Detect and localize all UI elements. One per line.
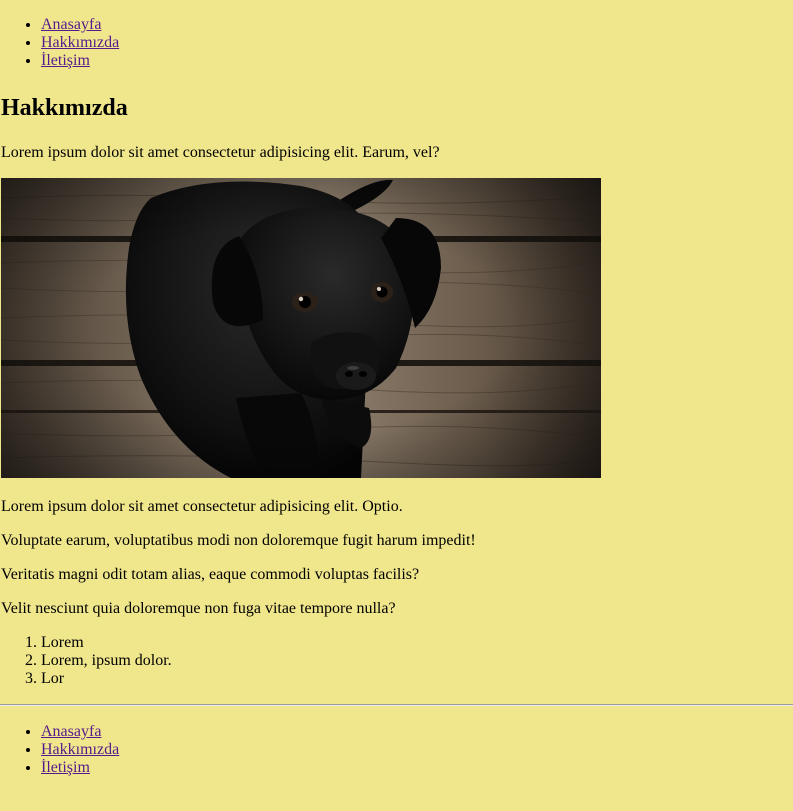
header-nav-link-contact[interactable]: İletişim — [41, 52, 90, 69]
content-paragraph: Voluptate earum, voluptatibus modi non d… — [1, 532, 476, 549]
header-nav-item-about: Hakkımızda — [41, 34, 792, 52]
list-item: Lor — [41, 670, 792, 688]
content-paragraph: Lorem ipsum dolor sit amet consectetur a… — [1, 498, 403, 515]
footer-nav-item-home: Anasayfa — [41, 723, 792, 741]
ordered-list: Lorem Lorem, ipsum dolor. Lor — [1, 634, 792, 688]
list-item: Lorem, ipsum dolor. — [41, 652, 792, 670]
footer-nav-item-contact: İletişim — [41, 759, 792, 777]
page-title: Hakkımızda — [1, 95, 128, 121]
header-nav-link-home[interactable]: Anasayfa — [41, 16, 101, 33]
footer-divider — [0, 704, 793, 706]
footer-nav-item-about: Hakkımızda — [41, 741, 792, 759]
content-paragraph: Veritatis magni odit totam alias, eaque … — [1, 566, 420, 583]
footer-nav-link-contact[interactable]: İletişim — [41, 759, 90, 776]
header-nav-link-about[interactable]: Hakkımızda — [41, 34, 119, 51]
footer-nav-link-home[interactable]: Anasayfa — [41, 723, 101, 740]
page: Anasayfa Hakkımızda İletişim Hakkımızda … — [0, 16, 793, 688]
content-paragraph: Velit nesciunt quia doloremque non fuga … — [1, 600, 396, 617]
puppy-image — [1, 178, 601, 478]
footer: Anasayfa Hakkımızda İletişim — [0, 723, 793, 777]
footer-nav-link-about[interactable]: Hakkımızda — [41, 741, 119, 758]
list-item: Lorem — [41, 634, 792, 652]
header-nav-item-contact: İletişim — [41, 52, 792, 70]
footer-nav: Anasayfa Hakkımızda İletişim — [1, 723, 792, 777]
header-nav-item-home: Anasayfa — [41, 16, 792, 34]
header-nav: Anasayfa Hakkımızda İletişim — [1, 16, 792, 70]
intro-paragraph: Lorem ipsum dolor sit amet consectetur a… — [1, 144, 440, 161]
